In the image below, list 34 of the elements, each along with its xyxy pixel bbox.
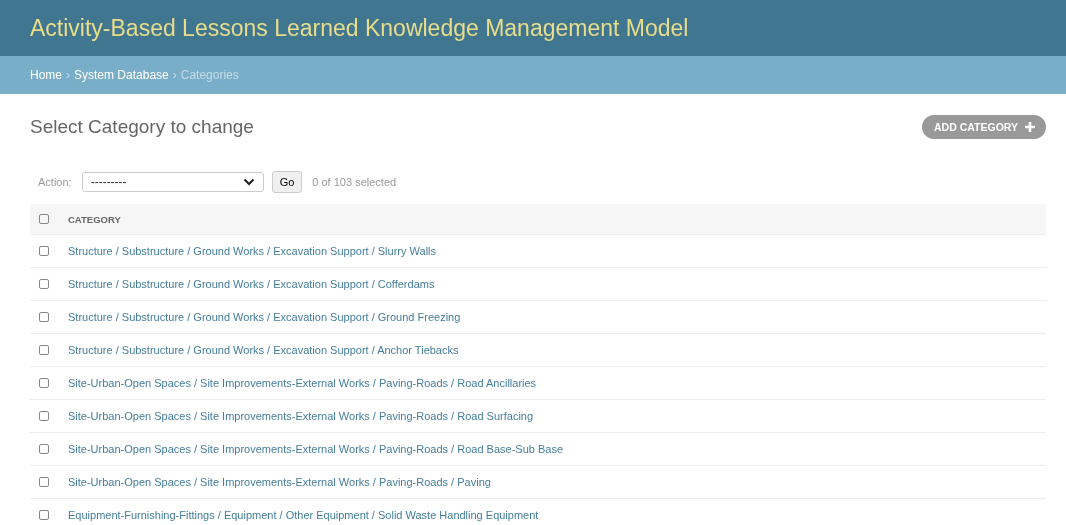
category-link[interactable]: Site-Urban-Open Spaces / Site Improvements-External Works / Paving-Roads / Road Surfacing xyxy=(68,410,534,422)
category-link[interactable]: Site-Urban-Open Spaces / Site Improvements-External Works / Paving-Roads / Paving xyxy=(68,476,491,488)
selection-counter: 0 of 103 selected xyxy=(312,176,397,188)
breadcrumb-link[interactable]: Home xyxy=(30,68,62,82)
category-link[interactable]: Structure / Substructure / Ground Works / Excavation Support / Ground Freezing xyxy=(68,311,461,323)
go-button[interactable]: Go xyxy=(271,171,303,193)
row-checkbox[interactable] xyxy=(39,378,49,388)
column-header[interactable]: CATEGORY xyxy=(68,213,121,225)
add-category-button[interactable]: ADD CATEGORY xyxy=(922,115,1046,139)
row-checkbox[interactable] xyxy=(39,246,49,256)
row-checkbox[interactable] xyxy=(39,477,49,487)
row-checkbox[interactable] xyxy=(39,444,49,454)
site-title: Activity-Based Lessons Learned Knowledge Management Model xyxy=(30,14,689,42)
row-checkbox[interactable] xyxy=(39,510,49,520)
action-label: Action: xyxy=(38,176,72,188)
category-link[interactable]: Structure / Substructure / Ground Works / Excavation Support / Anchor Tiebacks xyxy=(68,344,459,356)
plus-icon xyxy=(1024,121,1036,133)
select-all-checkbox[interactable] xyxy=(39,214,49,224)
action-select[interactable]: --------- xyxy=(81,172,264,192)
page-title: Select Category to change xyxy=(30,116,254,138)
category-link[interactable]: Site-Urban-Open Spaces / Site Improvements-External Works / Paving-Roads / Road Base-Sub Base xyxy=(68,443,564,455)
category-link[interactable]: Structure / Substructure / Ground Works / Excavation Support / Slurry Walls xyxy=(68,245,437,257)
row-checkbox[interactable] xyxy=(39,279,49,289)
breadcrumb-link[interactable]: System Database xyxy=(74,68,169,82)
breadcrumb-current: Categories xyxy=(180,68,239,82)
category-link[interactable]: Equipment-Furnishing-Fittings / Equipment / Other Equipment / Solid Waste Handling Equipment xyxy=(68,509,539,521)
row-checkbox[interactable] xyxy=(39,312,49,322)
category-link[interactable]: Structure / Substructure / Ground Works / Excavation Support / Cofferdams xyxy=(68,278,435,290)
chevron-down-icon xyxy=(242,178,255,186)
row-checkbox[interactable] xyxy=(39,411,49,421)
row-checkbox[interactable] xyxy=(39,345,49,355)
breadcrumb-separator: › xyxy=(172,68,177,82)
breadcrumb-separator: › xyxy=(66,68,70,82)
category-link[interactable]: Site-Urban-Open Spaces / Site Improvements-External Works / Paving-Roads / Road Ancillaries xyxy=(68,377,537,389)
